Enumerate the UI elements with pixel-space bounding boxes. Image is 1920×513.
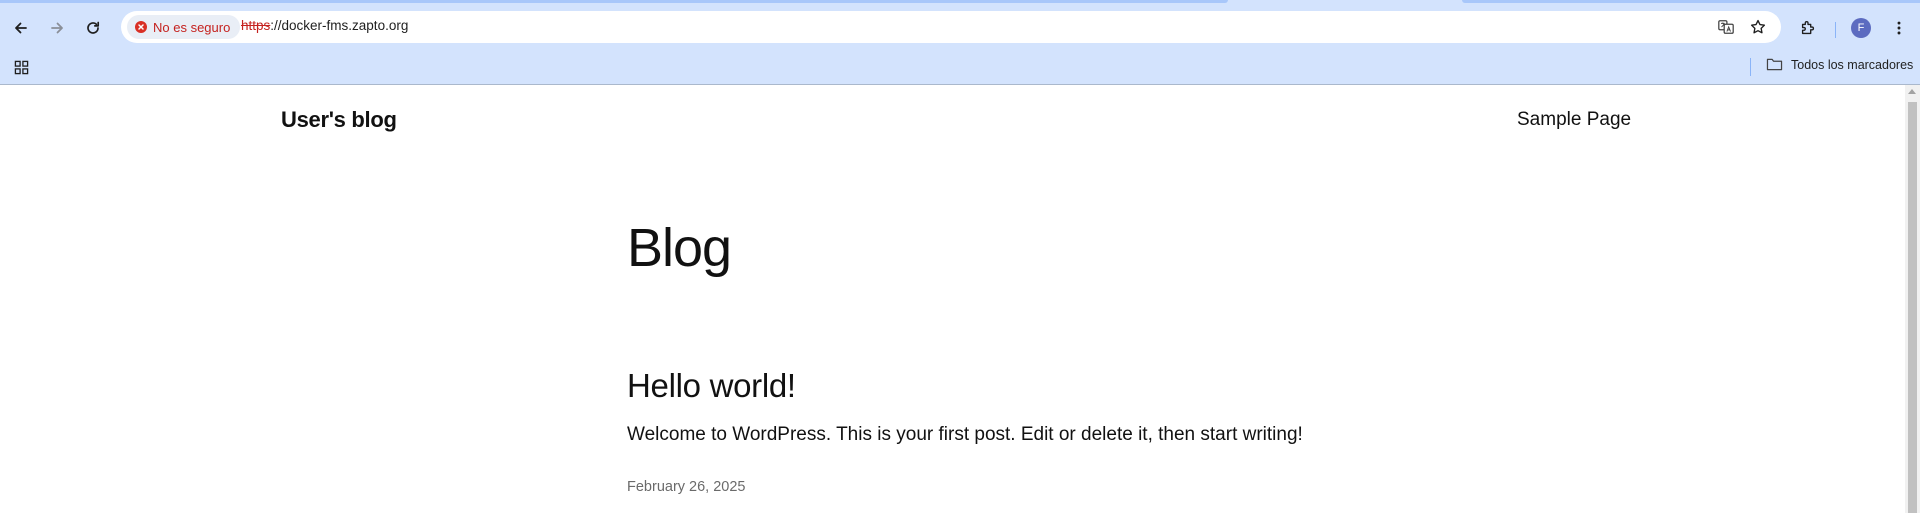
web-page: User's blog Sample Page Blog Hello world… (0, 85, 1905, 513)
bookmarks-separator (1750, 58, 1751, 76)
bookmarks-bar: Todos los marcadores (0, 49, 1920, 85)
post-date: February 26, 2025 (627, 479, 746, 495)
browser-toolbar: No es seguro https://docker-fms.zapto.or… (0, 8, 1920, 46)
apps-button[interactable] (10, 56, 32, 78)
tab-strip-left (0, 0, 1228, 3)
arrow-left-icon (15, 22, 27, 34)
star-icon[interactable] (1748, 17, 1768, 37)
toolbar-separator (1835, 22, 1836, 38)
tab-strip-right (1462, 0, 1920, 3)
browser-menu-button[interactable] (1884, 13, 1914, 43)
extensions-button[interactable] (1793, 13, 1823, 43)
vertical-scrollbar[interactable] (1905, 85, 1920, 513)
reload-button[interactable] (78, 13, 108, 43)
scroll-up-arrow-icon[interactable] (1908, 89, 1916, 94)
post-title-link[interactable]: Hello world! (627, 369, 796, 402)
url-host: ://docker-fms.zapto.org (270, 18, 409, 33)
reload-icon (87, 21, 100, 34)
puzzle-icon (1801, 21, 1815, 35)
apps-grid-icon (14, 60, 28, 74)
all-bookmarks-label: Todos los marcadores (1791, 57, 1914, 72)
security-chip[interactable]: No es seguro (127, 15, 241, 39)
kebab-menu-icon (1897, 21, 1901, 35)
avatar: F (1851, 18, 1871, 38)
security-label: No es seguro (153, 19, 231, 35)
back-button[interactable] (6, 13, 36, 43)
all-bookmarks-button[interactable]: Todos los marcadores (1766, 57, 1913, 72)
profile-button[interactable]: F (1846, 13, 1876, 43)
arrow-right-icon (51, 22, 63, 34)
browser-chrome: No es seguro https://docker-fms.zapto.or… (0, 0, 1920, 85)
url-scheme: https (241, 18, 271, 33)
warning-icon (135, 21, 147, 33)
page-title: Blog (627, 218, 732, 278)
scrollbar-thumb[interactable] (1908, 102, 1917, 513)
folder-icon (1766, 58, 1783, 71)
address-bar[interactable]: No es seguro https://docker-fms.zapto.or… (121, 11, 1781, 43)
translate-icon[interactable] (1716, 17, 1736, 37)
forward-button[interactable] (42, 13, 72, 43)
nav-link-sample-page[interactable]: Sample Page (1517, 109, 1631, 131)
post-excerpt: Welcome to WordPress. This is your first… (627, 424, 1303, 445)
url-text[interactable]: https://docker-fms.zapto.org (241, 18, 408, 33)
site-title-link[interactable]: User's blog (281, 107, 397, 133)
